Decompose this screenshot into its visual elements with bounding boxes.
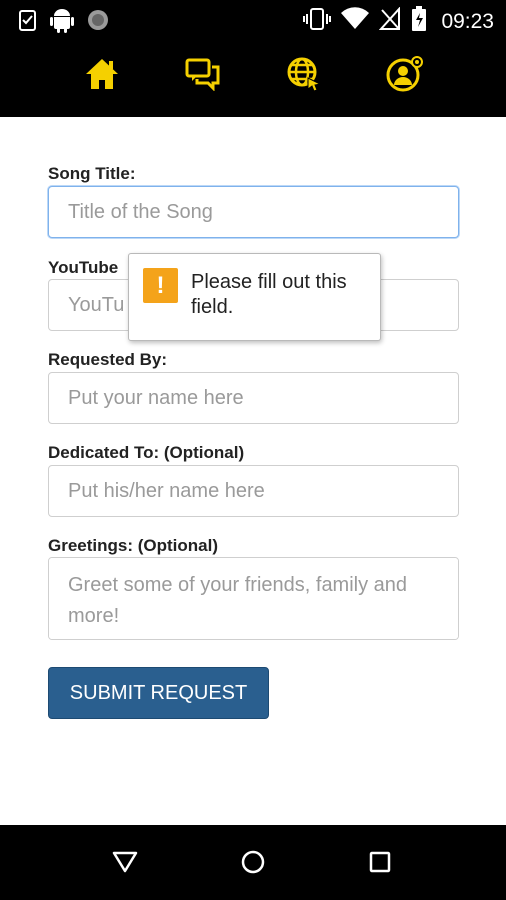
home-system-button[interactable] [238, 849, 268, 879]
recents-button[interactable] [365, 849, 395, 879]
youtube-label: YouTube [48, 258, 119, 277]
tooltip-message: Please fill out this field. [191, 271, 347, 318]
validation-tooltip: ! Please fill out this field. [128, 253, 381, 341]
back-triangle-icon [112, 850, 138, 879]
dedicated-to-label: Dedicated To: (Optional) [48, 443, 245, 462]
home-icon [84, 57, 120, 96]
profile-icon [386, 55, 424, 97]
nav-web-button[interactable] [284, 56, 324, 96]
song-title-label: Song Title: [48, 164, 136, 183]
android-icon [50, 7, 74, 38]
system-nav-bar [0, 825, 506, 900]
app-screen: 09:23 Song Title: Title of the Song YouT… [0, 0, 506, 900]
greetings-textarea[interactable] [48, 557, 459, 640]
app-nav-bar [0, 40, 506, 117]
song-title-input[interactable] [48, 186, 459, 238]
submit-request-button[interactable]: SUBMIT REQUEST [48, 667, 269, 719]
status-time: 09:23 [441, 9, 494, 33]
no-sim-icon [379, 6, 401, 36]
recents-square-icon [369, 851, 391, 878]
back-button[interactable] [110, 849, 140, 879]
nav-profile-button[interactable] [385, 55, 425, 97]
requested-by-input[interactable] [48, 372, 459, 424]
warning-icon: ! [143, 268, 178, 303]
chat-icon [185, 57, 221, 96]
vibrate-icon [303, 7, 332, 36]
battery-icon [411, 6, 427, 37]
clipboard-check-icon [18, 8, 38, 37]
home-circle-icon [240, 849, 266, 880]
nav-chat-button[interactable] [183, 56, 223, 96]
status-bar-right: 09:23 [303, 6, 494, 37]
dedicated-to-input[interactable] [48, 465, 459, 517]
nav-home-button[interactable] [82, 56, 122, 96]
wifi-icon [341, 7, 370, 36]
greetings-label: Greetings: (Optional) [48, 536, 218, 555]
status-bar: 09:23 [0, 0, 506, 40]
circle-icon [86, 8, 110, 37]
requested-by-label: Requested By: [48, 350, 168, 369]
globe-icon [286, 56, 322, 97]
status-bar-left [18, 7, 110, 38]
